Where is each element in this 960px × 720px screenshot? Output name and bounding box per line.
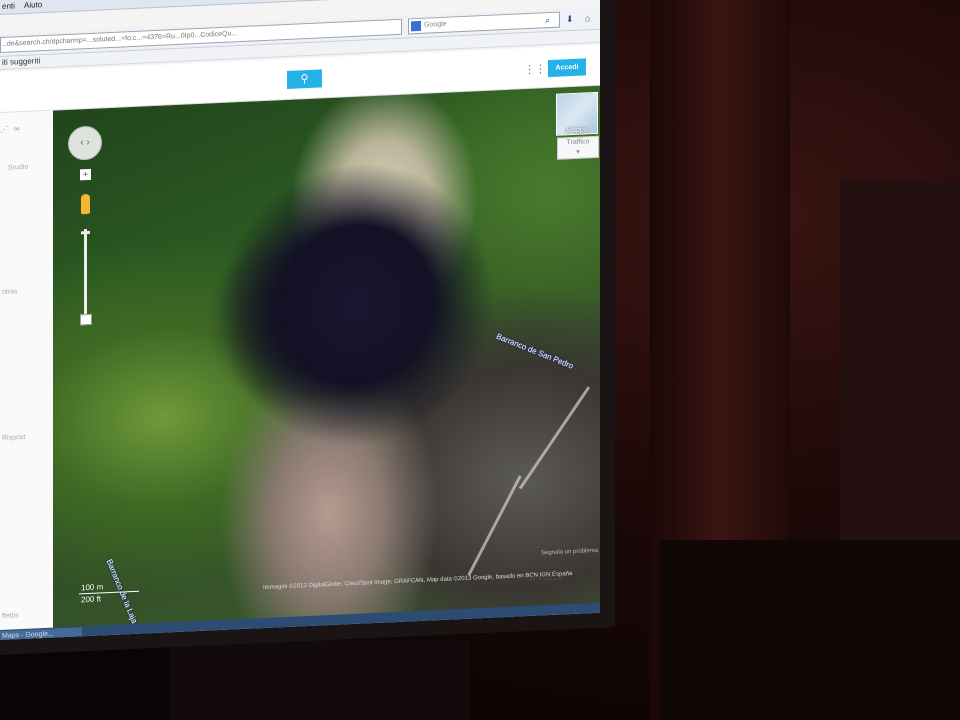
language-indicator[interactable]: IT (530, 576, 536, 583)
report-problem-link[interactable]: Segnala un problema (541, 548, 598, 557)
road-track-2 (467, 475, 522, 576)
traffic-toggle[interactable]: Traffico ▾ (557, 135, 599, 160)
zoom-slider-mark (81, 230, 90, 235)
map-attribution: Immagini ©2013 DigitalGlobe, Cnes/Spot I… (263, 571, 573, 592)
traffic-label: Traffico (566, 138, 590, 147)
taskbar-item-browser[interactable]: Maps - Google... (0, 627, 82, 641)
search-button[interactable]: ⚲ (287, 69, 322, 89)
menu-item-enti[interactable]: enti (2, 1, 15, 11)
link-icon[interactable]: ∞ (14, 124, 20, 133)
search-icon: ⚲ (300, 72, 309, 86)
monitor: enti Aiuto – □ ✕ ...de&search.ch/dpcharm… (0, 0, 615, 656)
browser-search-input[interactable]: Google (408, 11, 560, 35)
share-icon[interactable]: ⋰ (0, 125, 8, 134)
panel-snippet-1: Srudio (8, 163, 29, 172)
map-scale: 100 m 200 ft (79, 580, 149, 607)
menu-item-help[interactable]: Aiuto (24, 0, 42, 10)
zoom-slider-track[interactable] (84, 229, 87, 318)
panel-snippet-3: Rispost (2, 433, 26, 442)
apps-grid-icon[interactable]: ⋮⋮ (524, 62, 546, 76)
pan-control[interactable]: ‹ › (68, 125, 102, 161)
pegman-icon[interactable] (81, 193, 90, 215)
scale-imperial: 200 ft (81, 594, 102, 605)
map-type-toggle[interactable]: Mappa (556, 91, 598, 136)
screen: enti Aiuto – □ ✕ ...de&search.ch/dpcharm… (0, 0, 600, 641)
map-type-label: Mappa (566, 126, 588, 135)
satellite-map[interactable]: ‹ › + Mappa Traffico ▾ Barranco de San Pe… (53, 85, 600, 631)
bookmark-suggested-sites[interactable]: iti suggeriti (2, 56, 40, 67)
zoom-slider-knob[interactable] (80, 313, 92, 326)
zoom-in-button[interactable]: + (80, 168, 91, 181)
download-icon[interactable]: ⬇ (566, 14, 574, 25)
monitor-stand (170, 640, 470, 720)
background-table (660, 540, 960, 720)
clock[interactable]: 21:23 (544, 574, 562, 582)
road-track (518, 386, 591, 490)
scale-metric: 100 m (81, 582, 104, 593)
search-glass-icon[interactable]: ⌕ (545, 15, 550, 26)
left-panel: ⋰ ∞ Srudio ritras Rispost ffettis (0, 110, 53, 634)
place-label-san-pedro[interactable]: Barranco de San Pedro (495, 332, 575, 371)
login-button[interactable]: Accedi (548, 58, 586, 78)
panel-snippet-2: ritras (2, 288, 18, 296)
search-engine-label: Google (424, 20, 447, 29)
google-icon (411, 20, 421, 32)
panel-snippet-4: ffettis (2, 612, 19, 620)
home-icon[interactable]: ⌂ (585, 13, 590, 23)
